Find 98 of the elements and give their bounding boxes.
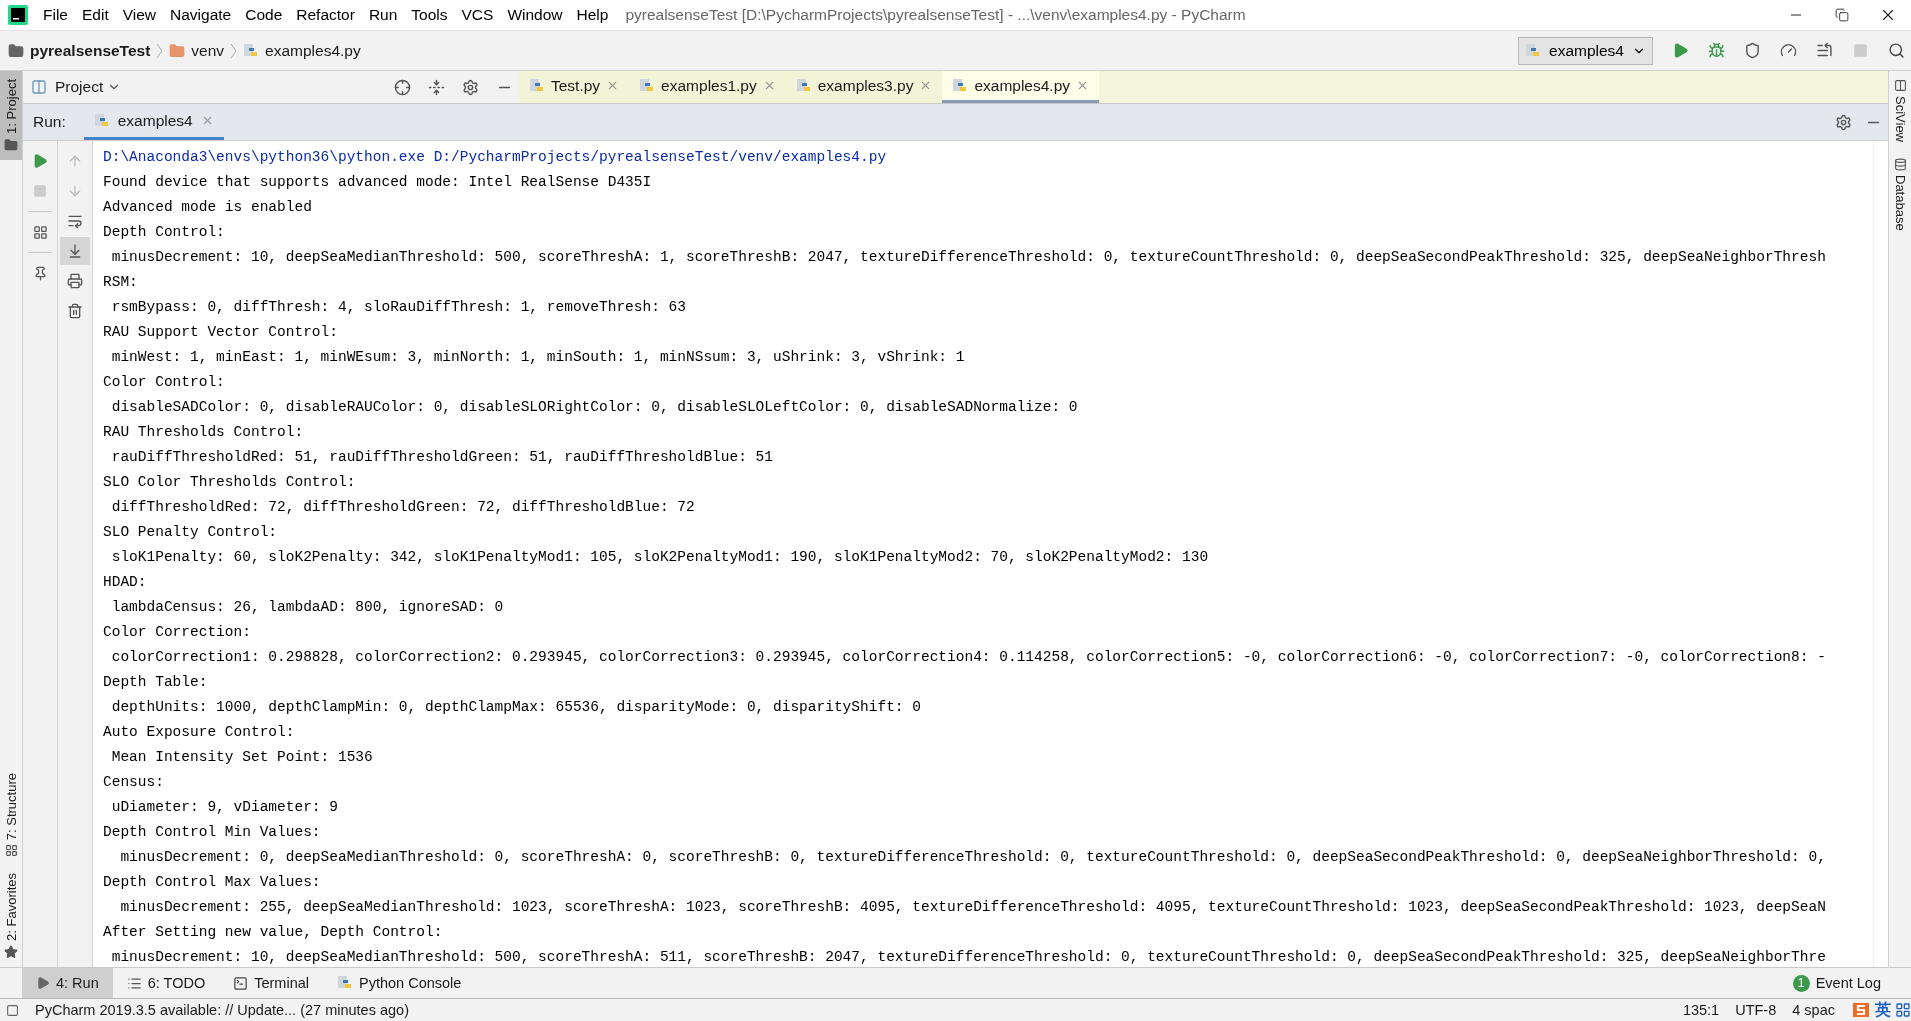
menu-item[interactable]: Help — [569, 6, 616, 24]
console-line: minusDecrement: 0, deepSeaMedianThreshold: 0, scoreThreshA: 0, scoreThreshB: 0, textureDifferenceThreshold: 0, textureCountThreshold: 0, deepSeaSecondPeakThreshold: 0, deepSeaNeighborThreshold: 0, — [119, 848, 1827, 867]
folder-icon — [4, 137, 18, 152]
editor-tab[interactable]: examples4.py — [942, 71, 1100, 103]
python-file-icon — [639, 77, 656, 94]
grid-icon — [1895, 1002, 1911, 1018]
console-line: Mean Intensity Set Point: 1536 — [110, 748, 374, 767]
command-line: D:\Anaconda3\envs\python36\python.exe D:/PycharmProjects/pyrealsenseTest/venv/examples4.py — [103, 148, 888, 167]
sciview-icon — [1893, 79, 1907, 92]
panel-icon — [31, 79, 47, 95]
file-encoding[interactable]: UTF-8 — [1735, 1002, 1777, 1018]
tool-window-tab[interactable]: SciView — [1889, 71, 1911, 150]
menu-item[interactable]: Run — [361, 6, 405, 24]
console-line: RSM: — [103, 273, 139, 292]
editor-tab[interactable]: Test.py — [519, 71, 630, 103]
python-file-icon — [1525, 42, 1542, 59]
console-line: minusDecrement: 10, deepSeaMedianThreshold: 500, scoreThreshA: 1, scoreThreshB: 2047, textureDifferenceThreshold: 0, textureCountThreshold: 0, deepSeaSecondPeakThreshold: 325, deepSeaNeighborThresh — [110, 248, 1827, 267]
breadcrumb[interactable]: pyrealsenseTest — [30, 41, 151, 60]
console-line: RAU Thresholds Control: — [103, 423, 305, 442]
python-file-icon — [337, 975, 353, 991]
menu-item[interactable]: VCS — [454, 6, 501, 24]
run-config-dropdown[interactable]: examples4 — [1518, 36, 1653, 65]
console-line: Census: — [103, 773, 165, 792]
console-line: Color Correction: — [103, 623, 252, 642]
tool-window-tab[interactable]: 6: TODO — [112, 968, 220, 998]
console-line: diffThresholdRed: 72, diffThresholdGreen: 72, diffThresholdBlue: 72 — [110, 498, 696, 517]
python-file-icon — [529, 77, 545, 94]
run-icon — [36, 976, 50, 990]
status-message[interactable]: PyCharm 2019.3.5 available: // Update... (27 minutes ago) — [35, 1002, 1667, 1018]
menu-item[interactable]: Tools — [404, 6, 455, 24]
console-line: Depth Control: — [103, 223, 226, 242]
python-file-icon — [243, 42, 260, 59]
console-line: minusDecrement: 10, deepSeaMedianThreshold: 500, scoreThreshA: 511, scoreThreshB: 2047, textureDifferenceThreshold: 0, textureCountThreshold: 0, deepSeaSecondPeakThreshold: 325, deepSeaNeighborThre — [110, 948, 1827, 967]
run-label: Run: — [33, 113, 66, 131]
tool-window-tab[interactable]: Database — [1889, 150, 1911, 239]
console-line: Auto Exposure Control: — [103, 723, 296, 742]
console-line: Color Control: — [103, 373, 226, 392]
folder-icon — [169, 42, 186, 59]
app-logo-icon — [8, 5, 28, 25]
console-line: minWest: 1, minEast: 1, minWEsum: 3, minNorth: 1, minSouth: 1, minNSsum: 3, uShrink: 3, vShrink: 1 — [110, 348, 966, 367]
python-file-icon — [93, 112, 110, 129]
caret-position[interactable]: 135:1 — [1682, 1002, 1720, 1018]
console-line: Found device that supports advanced mode: Intel RealSense D435I — [103, 173, 653, 192]
console-line: rauDiffThresholdRed: 51, rauDiffThresholdGreen: 51, rauDiffThresholdBlue: 51 — [110, 448, 774, 467]
console-line: RAU Support Vector Control: — [103, 323, 339, 342]
ime-logo-icon — [1851, 1001, 1871, 1019]
star-icon — [4, 945, 18, 959]
indent-setting[interactable]: 4 spac — [1792, 1002, 1835, 1018]
console-line: disableSADColor: 0, disableRAUColor: 0, disableSLORightColor: 0, disableSLOLeftColor: 0, disableSADNormalize: 0 — [110, 398, 1079, 417]
ime-mode[interactable]: 英 — [1875, 999, 1891, 1021]
menu-item[interactable]: View — [115, 6, 164, 24]
separator-icon — [230, 42, 238, 59]
console-line: sloK1Penalty: 60, sloK2Penalty: 342, sloK1PenaltyMod1: 105, sloK2PenaltyMod1: 190, sloK1PenaltyMod2: 70, sloK2PenaltyMod2: 130 — [110, 548, 1210, 567]
menu-item[interactable]: Edit — [75, 6, 116, 24]
console-line: Advanced mode is enabled — [103, 198, 313, 217]
menu-item[interactable]: File — [36, 6, 75, 24]
menu-item[interactable]: Code — [238, 6, 290, 24]
tool-window-tab[interactable]: Python Console — [323, 968, 476, 998]
tool-window-tab[interactable]: 1: Project — [0, 71, 22, 160]
console-line: depthUnits: 1000, depthClampMin: 0, depthClampMax: 65536, disparityMode: 0, disparityShift: 0 — [110, 698, 922, 717]
event-log-button[interactable]: 1 Event Log — [1784, 968, 1911, 998]
console-line: SLO Penalty Control: — [103, 523, 279, 542]
list-icon — [126, 975, 142, 991]
window-title: pyrealsenseTest [D:\PycharmProjects\pyrealsenseTest] - ...\venv\examples4.py - PyCharm — [625, 6, 1247, 24]
console-line: minusDecrement: 255, deepSeaMedianThreshold: 1023, scoreThreshA: 1023, scoreThreshB: 4095, textureDifferenceThreshold: 4095, textureCountThreshold: 1023, deepSeaSecondPeakThreshold: 1023, deepSeaN — [119, 898, 1827, 917]
console-line: Depth Table: — [103, 673, 209, 692]
breadcrumb[interactable]: examples4.py — [265, 41, 361, 60]
menu-item[interactable]: Refactor — [289, 6, 362, 24]
console-line: After Setting new value, Depth Control: — [103, 923, 444, 942]
console-line: uDiameter: 9, vDiameter: 9 — [110, 798, 339, 817]
console-line: lambdaCensus: 26, lambdaAD: 800, ignoreSAD: 0 — [110, 598, 505, 617]
menu-item[interactable]: Window — [500, 6, 570, 24]
python-file-icon — [795, 77, 812, 94]
console-line: rsmBypass: 0, diffThresh: 4, sloRauDiffThresh: 1, removeThresh: 63 — [110, 298, 687, 317]
checkbox-icon — [6, 1003, 19, 1017]
menu-item[interactable]: Navigate — [163, 6, 239, 24]
notification-count: 1 — [1792, 974, 1810, 992]
tool-window-tab[interactable]: Terminal — [219, 968, 323, 998]
tool-window-tab[interactable]: 7: Structure — [0, 764, 22, 866]
console-line: colorCorrection1: 0.298828, colorCorrection2: 0.293945, colorCorrection3: 0.293945, colorCorrection4: 0.114258, colorCorrection5: -0, colorCorrection6: -0, colorCorrection7: -0, colorCorrection8: - — [110, 648, 1827, 667]
tool-window-tab[interactable]: 2: Favorites — [0, 865, 22, 967]
structure-icon — [4, 844, 18, 858]
tool-window-tab[interactable]: 4: Run — [22, 968, 113, 998]
python-file-icon — [952, 77, 969, 94]
project-view-title[interactable]: Project — [55, 78, 104, 96]
scroll-to-end-icon[interactable] — [60, 237, 90, 265]
folder-icon — [8, 42, 24, 59]
separator-icon — [156, 42, 164, 59]
breadcrumb[interactable]: venv — [191, 41, 225, 60]
console-line: HDAD: — [103, 573, 148, 592]
database-icon — [1893, 158, 1907, 171]
console-line: SLO Color Thresholds Control: — [103, 473, 357, 492]
console-line: Depth Control Min Values: — [103, 823, 322, 842]
console-line: Depth Control Max Values: — [103, 873, 322, 892]
scroll-bar[interactable] — [1873, 141, 1888, 967]
editor-tab[interactable]: examples3.py — [785, 71, 943, 103]
editor-tab[interactable]: examples1.py — [629, 71, 786, 103]
terminal-icon — [233, 975, 249, 991]
